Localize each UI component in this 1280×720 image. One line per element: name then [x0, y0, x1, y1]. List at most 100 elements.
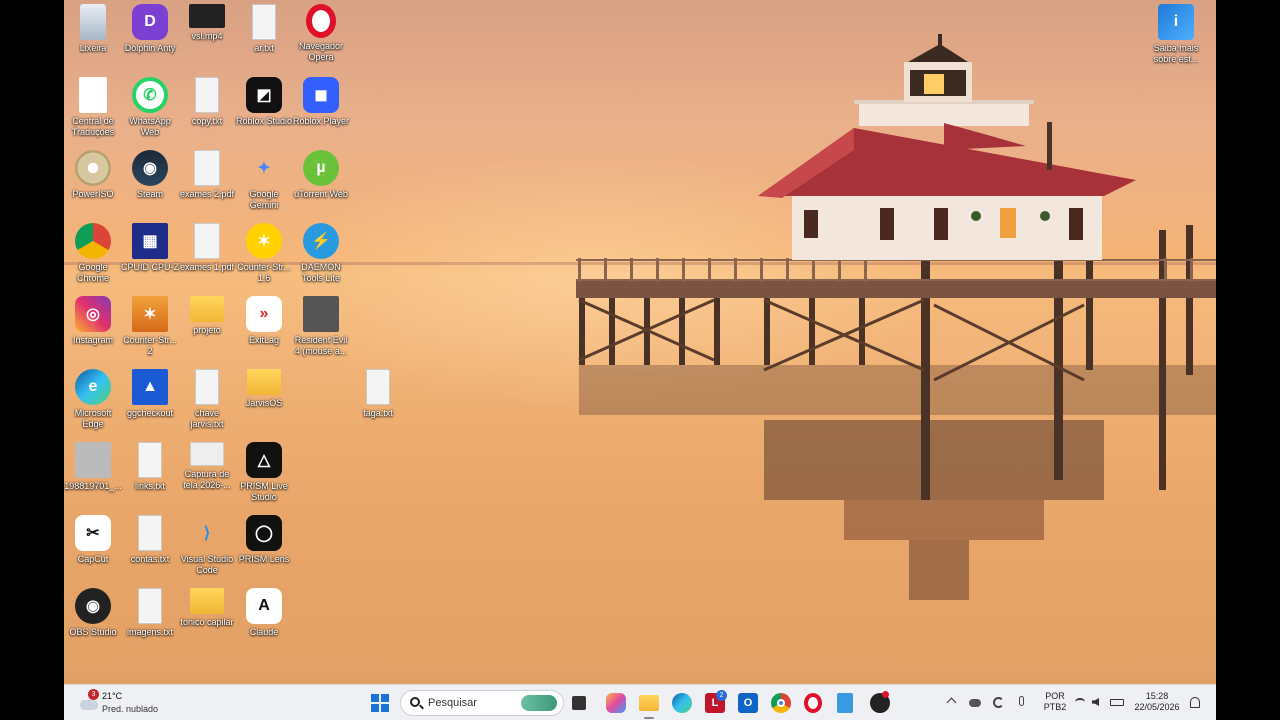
desktop-icon-label: imagens.txt — [126, 627, 174, 637]
desktop-icon-lixeira[interactable]: Lixeira — [64, 4, 122, 54]
desktop-icon-central[interactable]: Central de Traduções — [64, 77, 122, 138]
text-file-icon — [138, 442, 162, 478]
sync-icon[interactable] — [993, 697, 1004, 708]
show-hidden-icons-chevron[interactable] — [946, 697, 957, 708]
task-view-icon[interactable] — [572, 696, 586, 710]
learn-more-about-image[interactable]: i Saiba mais sobre est... — [1152, 4, 1200, 65]
capcut-icon: ✂ — [75, 515, 111, 551]
desktop-icon-label: ExitLag — [248, 335, 280, 345]
keyboard-layout: PTB2 — [1043, 702, 1067, 712]
desktop-icon-robloxplayer[interactable]: ◼ Roblox Player — [292, 77, 350, 127]
desktop-icon-prismlens[interactable]: ◯ PRISM Lens — [235, 515, 293, 565]
weather-cloud-icon — [80, 700, 98, 710]
desktop-icon-label: vsl.mp4 — [191, 31, 223, 41]
edge-icon[interactable] — [672, 693, 692, 713]
utorrent-icon: µ — [303, 150, 339, 186]
desktop-icon-tagatxt[interactable]: taga.txt — [349, 369, 407, 419]
edge-icon: e — [75, 369, 111, 405]
opera-icon — [306, 4, 336, 38]
desktop-icon-steam[interactable]: ◉ Steam — [121, 150, 179, 200]
desktop-icon-chrome[interactable]: Google Chrome — [64, 223, 122, 284]
desktop-icon-opera[interactable]: Navegador Opera — [292, 4, 350, 63]
desktop-icon-robloxstudio[interactable]: ◩ Roblox Studio — [235, 77, 293, 127]
desktop-icon-chavejarvis[interactable]: chave jarvis.txt — [178, 369, 236, 430]
cs2-icon: ✶ — [132, 296, 168, 332]
desktop-icon-label: Lixeira — [79, 43, 107, 53]
clock-time: 15:28 — [1145, 691, 1169, 701]
notifications-bell-icon[interactable] — [1190, 697, 1200, 708]
desktop-icon-label: CPUID CPU-Z — [121, 262, 179, 272]
desktop-icon-edge[interactable]: e Microsoft Edge — [64, 369, 122, 430]
desktop-icon-instagram[interactable]: ◎ Instagram — [64, 296, 122, 346]
desktop-icon-copytxt[interactable]: copy.txt — [178, 77, 236, 127]
weather-badge: 3 — [88, 689, 99, 700]
desktop-icon-projeto[interactable]: projeto — [178, 296, 236, 336]
desktop-icon-exames2[interactable]: exames 2.pdf — [178, 150, 236, 200]
copilot-icon[interactable] — [606, 693, 626, 713]
desktop-icon-artxt[interactable]: ar.txt — [235, 4, 293, 54]
desktop-icon-contastxt[interactable]: contas.txt — [121, 515, 179, 565]
notepad-icon[interactable] — [837, 693, 853, 713]
desktop-icon-label: exames 1.pdf — [179, 262, 235, 272]
learn-more-label: Saiba mais sobre est... — [1153, 43, 1199, 64]
desktop-icon-label: exames 2.pdf — [179, 189, 235, 199]
desktop-icon-ggcheckout[interactable]: ▲ ggcheckout — [121, 369, 179, 419]
volume-icon[interactable] — [1092, 698, 1099, 706]
onedrive-icon[interactable] — [969, 699, 981, 707]
clock-date: 22/05/2026 — [1134, 702, 1180, 712]
desktop-icon-gemini[interactable]: ✦ Google Gemini — [235, 150, 293, 211]
desktop-icon-label: 198819701_... — [64, 481, 122, 491]
wifi-icon[interactable] — [1075, 698, 1085, 706]
desktop-icon-photo1[interactable]: 198819701_... — [64, 442, 122, 492]
desktop-icon-counterstrike16[interactable]: ✶ Counter-Str... 1.6 — [235, 223, 293, 284]
chrome-icon[interactable] — [771, 693, 791, 713]
windows-start-icon[interactable] — [370, 693, 390, 713]
roblox-studio-icon: ◩ — [246, 77, 282, 113]
microphone-icon[interactable] — [1019, 696, 1024, 706]
desktop-icon-exitlag[interactable]: » ExitLag — [235, 296, 293, 346]
input-language[interactable]: POR PTB2 — [1040, 691, 1070, 713]
desktop-icon-daemon[interactable]: ⚡ DAEMON Tools Lite — [292, 223, 350, 284]
weather-widget[interactable]: 3 21°C Pred. nublado — [78, 688, 168, 718]
search-highlight-image — [521, 695, 557, 711]
desktop-icon-counterstrike2[interactable]: ✶ Counter-Str... 2 — [121, 296, 179, 357]
desktop-icon-capcut[interactable]: ✂ CapCut — [64, 515, 122, 565]
daemon-tools-icon: ⚡ — [303, 223, 339, 259]
file-explorer-icon[interactable] — [639, 695, 659, 711]
desktop-icon-obs[interactable]: ◉ OBS Studio — [64, 588, 122, 638]
desktop-icon-captura[interactable]: Captura de tela 2026-... — [178, 442, 236, 491]
desktop-icon-label: Google Chrome — [76, 262, 109, 283]
desktop-icon-label: copy.txt — [191, 116, 223, 126]
search-input[interactable]: Pesquisar — [400, 690, 564, 716]
desktop-icon-claude[interactable]: A Claude — [235, 588, 293, 638]
outlook-icon[interactable]: O — [738, 693, 758, 713]
desktop-icon-label: WhatsApp Web — [129, 116, 171, 137]
desktop-icon-exames1[interactable]: exames 1.pdf — [178, 223, 236, 273]
dolphin-anty-icon: D — [132, 4, 168, 40]
desktop-icon-dolphin[interactable]: D Dolphin Anty — [121, 4, 179, 54]
desktop-icon-prismlive[interactable]: △ PRISM Live Studio — [235, 442, 293, 503]
desktop-icon-linkstxt[interactable]: links.txt — [121, 442, 179, 492]
text-file-icon — [195, 77, 219, 113]
taskbar: 3 21°C Pred. nublado Pesquisar L 2 O POR… — [64, 684, 1216, 720]
desktop-icon-label: Dolphin Anty — [124, 43, 176, 53]
obs-icon: ◉ — [75, 588, 111, 624]
battery-icon[interactable] — [1110, 699, 1124, 706]
desktop-icon-vscode[interactable]: ⟩ Visual Studio Code — [178, 515, 236, 576]
desktop-icon-cpuid[interactable]: ▦ CPUID CPU-Z — [121, 223, 179, 273]
desktop-icon-whatsapp[interactable]: ✆ WhatsApp Web — [121, 77, 179, 138]
desktop-icon-poweriso[interactable]: PowerISO — [64, 150, 122, 200]
opera-icon[interactable] — [804, 693, 822, 713]
poweriso-icon — [75, 150, 111, 186]
clock[interactable]: 15:28 22/05/2026 — [1130, 691, 1184, 713]
desktop-icon-residentevil[interactable]: Resident Evil 4 (mouse a... — [292, 296, 350, 357]
desktop-icon-label: tonico capilar — [180, 617, 234, 627]
desktop-icon-utorrent[interactable]: µ uTorrent Web — [292, 150, 350, 200]
desktop-icon-jarvisos[interactable]: JarvisOS — [235, 369, 293, 409]
desktop-icon-vslmp4[interactable]: vsl.mp4 — [178, 4, 236, 42]
desktop-icon-label: CapCut — [77, 554, 109, 564]
counter-strike-icon: ✶ — [246, 223, 282, 259]
folder-icon — [190, 296, 224, 322]
desktop-icon-imagenstxt[interactable]: imagens.txt — [121, 588, 179, 638]
desktop-icon-tonico[interactable]: tonico capilar — [178, 588, 236, 628]
